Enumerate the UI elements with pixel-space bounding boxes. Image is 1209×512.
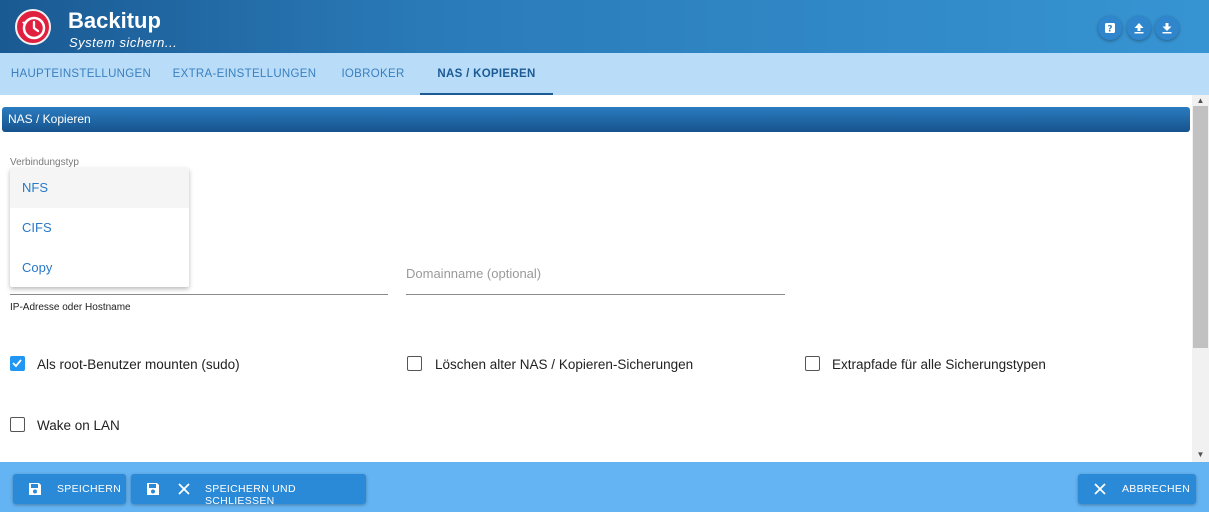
help-icon: ? [1105, 23, 1115, 35]
help-button[interactable]: ? [1098, 16, 1122, 40]
cancel-label: ABBRECHEN [1122, 483, 1191, 495]
tab-iobroker[interactable]: IOBROKER [333, 53, 413, 95]
delete-old-checkbox[interactable] [407, 356, 422, 371]
upload-button[interactable] [1127, 16, 1151, 40]
host-helper-text: IP-Adresse oder Hostname [10, 302, 131, 313]
tab-nas-kopieren[interactable]: NAS / KOPIEREN [420, 53, 553, 95]
connection-type-label: Verbindungstyp [10, 157, 79, 168]
save-and-close-label: SPEICHERN UND SCHLIESSEN [205, 483, 296, 507]
scroll-up-icon[interactable]: ▲ [1192, 95, 1209, 106]
save-and-close-button[interactable]: SPEICHERN UND SCHLIESSEN [131, 474, 366, 507]
download-button[interactable] [1155, 16, 1179, 40]
tab-bar: HAUPTEINSTELLUNGEN EXTRA-EINSTELLUNGEN I… [0, 53, 1209, 95]
save-label: SPEICHERN [57, 483, 121, 495]
footer-bar: SPEICHERN SPEICHERN UND SCHLIESSEN ABBRE… [0, 462, 1209, 512]
delete-old-label: Löschen alter NAS / Kopieren-Sicherungen [435, 357, 694, 372]
save-icon [29, 483, 41, 495]
app-title: Backitup [68, 8, 161, 33]
domain-input[interactable] [406, 294, 785, 295]
wol-checkbox[interactable] [10, 417, 25, 432]
option-copy[interactable]: Copy [10, 248, 189, 288]
sudo-checkbox[interactable] [10, 356, 25, 371]
close-icon [178, 483, 190, 495]
close-icon [1094, 483, 1106, 495]
app-subtitle: System sichern... [69, 35, 178, 50]
section-title: NAS / Kopieren [8, 112, 91, 126]
download-icon [1162, 23, 1172, 34]
svg-text:?: ? [1107, 25, 1112, 35]
scroll-down-icon[interactable]: ▼ [1192, 449, 1209, 460]
scrollbar-thumb[interactable] [1193, 106, 1208, 348]
connection-type-menu: NFS CIFS Copy [10, 168, 189, 287]
check-icon [12, 359, 22, 368]
save-button[interactable]: SPEICHERN [13, 474, 126, 504]
wol-label: Wake on LAN [37, 418, 120, 433]
host-input[interactable] [10, 294, 388, 295]
page: Backitup System sichern... ? HAUPTEINSTE… [0, 0, 1209, 512]
option-nfs[interactable]: NFS [10, 168, 189, 208]
tab-haupteinstellungen[interactable]: HAUPTEINSTELLUNGEN [6, 53, 156, 95]
extra-paths-checkbox[interactable] [805, 356, 820, 371]
domain-input-placeholder: Domainname (optional) [406, 266, 542, 281]
save-icon [147, 483, 159, 495]
tab-extra-einstellungen[interactable]: EXTRA-EINSTELLUNGEN [167, 53, 322, 95]
upload-icon [1134, 23, 1144, 34]
backitup-logo-icon [15, 9, 51, 45]
cancel-button[interactable]: ABBRECHEN [1078, 474, 1196, 504]
sudo-label: Als root-Benutzer mounten (sudo) [37, 357, 240, 372]
app-header: Backitup System sichern... ? [0, 0, 1209, 53]
option-cifs[interactable]: CIFS [10, 208, 189, 248]
section-header: NAS / Kopieren [2, 107, 1190, 132]
extra-paths-label: Extrapfade für alle Sicherungstypen [832, 357, 1046, 372]
